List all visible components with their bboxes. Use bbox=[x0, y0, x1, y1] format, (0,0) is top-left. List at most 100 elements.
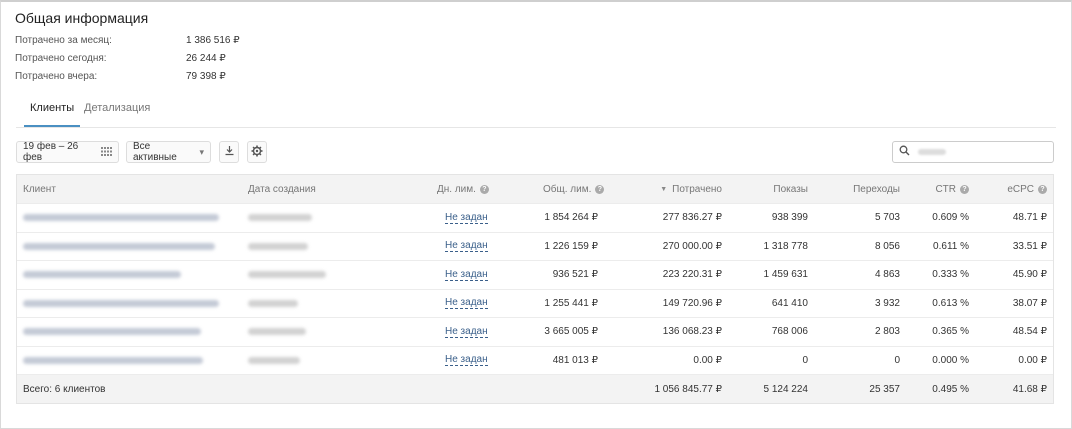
daily-limit-link[interactable]: Не задан bbox=[445, 290, 488, 318]
impressions: 641 410 bbox=[771, 297, 808, 309]
footer-ecpc: 41.68 ₽ bbox=[1012, 383, 1047, 395]
clicks: 5 703 bbox=[874, 212, 900, 224]
daily-limit-link[interactable]: Не задан bbox=[445, 204, 488, 232]
col-impressions[interactable]: Показы bbox=[773, 175, 808, 203]
total-limit: 1 854 264 ₽ bbox=[544, 212, 598, 224]
ecpc: 48.54 ₽ bbox=[1012, 326, 1047, 338]
table-row[interactable]: Не задан 3 665 005 ₽ 136 068.23 ₽ 768 006 2 … bbox=[17, 318, 1053, 347]
stat-today-label: Потрачено сегодня: bbox=[15, 53, 107, 64]
download-button[interactable] bbox=[219, 141, 239, 163]
ctr: 0.000 % bbox=[932, 354, 969, 366]
daily-limit-link[interactable]: Не задан bbox=[445, 318, 488, 346]
spent: 223 220.31 ₽ bbox=[662, 269, 722, 281]
col-total-limit[interactable]: Общ. лим.? bbox=[543, 175, 605, 203]
gear-icon bbox=[251, 145, 263, 160]
spent: 270 000.00 ₽ bbox=[662, 240, 722, 252]
search-input[interactable] bbox=[892, 141, 1054, 163]
ecpc: 33.51 ₽ bbox=[1012, 240, 1047, 252]
table-row[interactable]: Не задан 936 521 ₽ 223 220.31 ₽ 1 459 631 4 … bbox=[17, 261, 1053, 290]
table-row[interactable]: Не задан 1 854 264 ₽ 277 836.27 ₽ 938 399 5 … bbox=[17, 204, 1053, 233]
ctr: 0.365 % bbox=[932, 326, 969, 338]
help-icon[interactable]: ? bbox=[960, 184, 969, 194]
table-row[interactable]: Не задан 1 226 159 ₽ 270 000.00 ₽ 1 318 778… bbox=[17, 233, 1053, 261]
col-total-limit-label: Общ. лим. bbox=[543, 183, 592, 195]
clicks: 3 932 bbox=[874, 297, 900, 309]
stat-yesterday-value: 79 398 ₽ bbox=[186, 71, 226, 82]
daily-limit-link[interactable]: Не задан bbox=[445, 233, 488, 261]
tab-clients[interactable]: Клиенты bbox=[23, 102, 81, 127]
col-ctr[interactable]: CTR? bbox=[935, 175, 969, 203]
client-name-redacted[interactable] bbox=[23, 318, 201, 346]
spent: 0.00 ₽ bbox=[693, 354, 722, 366]
footer-spent: 1 056 845.77 ₽ bbox=[654, 383, 722, 395]
created-date-redacted bbox=[248, 204, 312, 232]
tab-details[interactable]: Детализация bbox=[84, 102, 150, 114]
footer-impressions: 5 124 224 bbox=[763, 383, 809, 395]
search-icon bbox=[899, 145, 910, 159]
ecpc: 38.07 ₽ bbox=[1012, 297, 1047, 309]
clicks: 2 803 bbox=[874, 326, 900, 338]
col-client[interactable]: Клиент bbox=[23, 175, 56, 203]
search-value-redacted bbox=[918, 149, 946, 155]
spent: 136 068.23 ₽ bbox=[662, 326, 722, 338]
footer-ctr: 0.495 % bbox=[932, 383, 969, 395]
total-limit: 481 013 ₽ bbox=[552, 354, 598, 366]
help-icon[interactable]: ? bbox=[479, 184, 489, 194]
col-created[interactable]: Дата создания bbox=[248, 175, 316, 203]
sort-desc-icon: ▼ bbox=[660, 185, 668, 193]
stat-today-value: 26 244 ₽ bbox=[186, 53, 226, 64]
daily-limit-link[interactable]: Не задан bbox=[445, 261, 488, 289]
client-name-redacted[interactable] bbox=[23, 290, 219, 318]
stat-month-label: Потрачено за месяц: bbox=[15, 35, 112, 46]
client-name-redacted[interactable] bbox=[23, 261, 181, 289]
spent: 149 720.96 ₽ bbox=[662, 297, 722, 309]
col-spent-label: Потрачено bbox=[672, 183, 722, 195]
total-limit: 3 665 005 ₽ bbox=[544, 326, 598, 338]
col-spent[interactable]: ▼ Потрачено bbox=[660, 175, 722, 203]
clients-table: Клиент Дата создания Дн. лим.? Общ. лим.… bbox=[16, 174, 1054, 404]
col-daily-limit-label: Дн. лим. bbox=[437, 183, 476, 195]
clicks: 0 bbox=[894, 354, 900, 366]
client-name-redacted[interactable] bbox=[23, 347, 203, 375]
ctr: 0.609 % bbox=[932, 212, 969, 224]
ctr: 0.613 % bbox=[932, 297, 969, 309]
date-range-label: 19 фев – 26 фев bbox=[23, 141, 79, 163]
date-range-picker[interactable]: 19 фев – 26 фев bbox=[16, 141, 119, 163]
stat-yesterday-label: Потрачено вчера: bbox=[15, 71, 98, 82]
daily-limit-link[interactable]: Не задан bbox=[445, 347, 488, 375]
stat-yesterday: Потрачено вчера: 79 398 ₽ bbox=[15, 71, 226, 82]
impressions: 1 318 778 bbox=[763, 240, 809, 252]
table-footer: Всего: 6 клиентов 1 056 845.77 ₽ 5 124 2… bbox=[17, 375, 1053, 403]
ecpc: 45.90 ₽ bbox=[1012, 269, 1047, 281]
client-name-redacted[interactable] bbox=[23, 233, 215, 261]
ecpc: 0.00 ₽ bbox=[1018, 354, 1047, 366]
table-row[interactable]: Не задан 481 013 ₽ 0.00 ₽ 0 0 0.000 % 0.00 ₽ bbox=[17, 347, 1053, 375]
created-date-redacted bbox=[248, 261, 326, 289]
calendar-icon bbox=[101, 146, 112, 158]
table-row[interactable]: Не задан 1 255 441 ₽ 149 720.96 ₽ 641 410 3 … bbox=[17, 290, 1053, 318]
tab-bar: Клиенты Детализация bbox=[16, 99, 1056, 128]
col-daily-limit[interactable]: Дн. лим.? bbox=[437, 175, 489, 203]
col-clicks[interactable]: Переходы bbox=[853, 175, 900, 203]
help-icon[interactable]: ? bbox=[1038, 184, 1047, 194]
impressions: 0 bbox=[802, 354, 808, 366]
footer-clicks: 25 357 bbox=[869, 383, 900, 395]
client-name-redacted[interactable] bbox=[23, 204, 219, 232]
settings-button[interactable] bbox=[247, 141, 267, 163]
total-limit: 1 255 441 ₽ bbox=[544, 297, 598, 309]
impressions: 768 006 bbox=[771, 326, 808, 338]
table-header: Клиент Дата создания Дн. лим.? Общ. лим.… bbox=[17, 175, 1053, 204]
col-ecpc[interactable]: eCPC? bbox=[1007, 175, 1047, 203]
ecpc: 48.71 ₽ bbox=[1012, 212, 1047, 224]
col-ctr-label: CTR bbox=[935, 183, 956, 195]
impressions: 1 459 631 bbox=[763, 269, 809, 281]
stat-month: Потрачено за месяц: 1 386 516 ₽ bbox=[15, 35, 240, 46]
total-limit: 936 521 ₽ bbox=[552, 269, 598, 281]
clicks: 8 056 bbox=[874, 240, 900, 252]
download-icon bbox=[224, 145, 235, 159]
spent: 277 836.27 ₽ bbox=[662, 212, 722, 224]
created-date-redacted bbox=[248, 347, 300, 375]
status-filter-select[interactable]: Все активные ▾ bbox=[126, 141, 211, 163]
help-icon[interactable]: ? bbox=[595, 184, 605, 194]
status-filter-label: Все активные bbox=[133, 141, 177, 163]
